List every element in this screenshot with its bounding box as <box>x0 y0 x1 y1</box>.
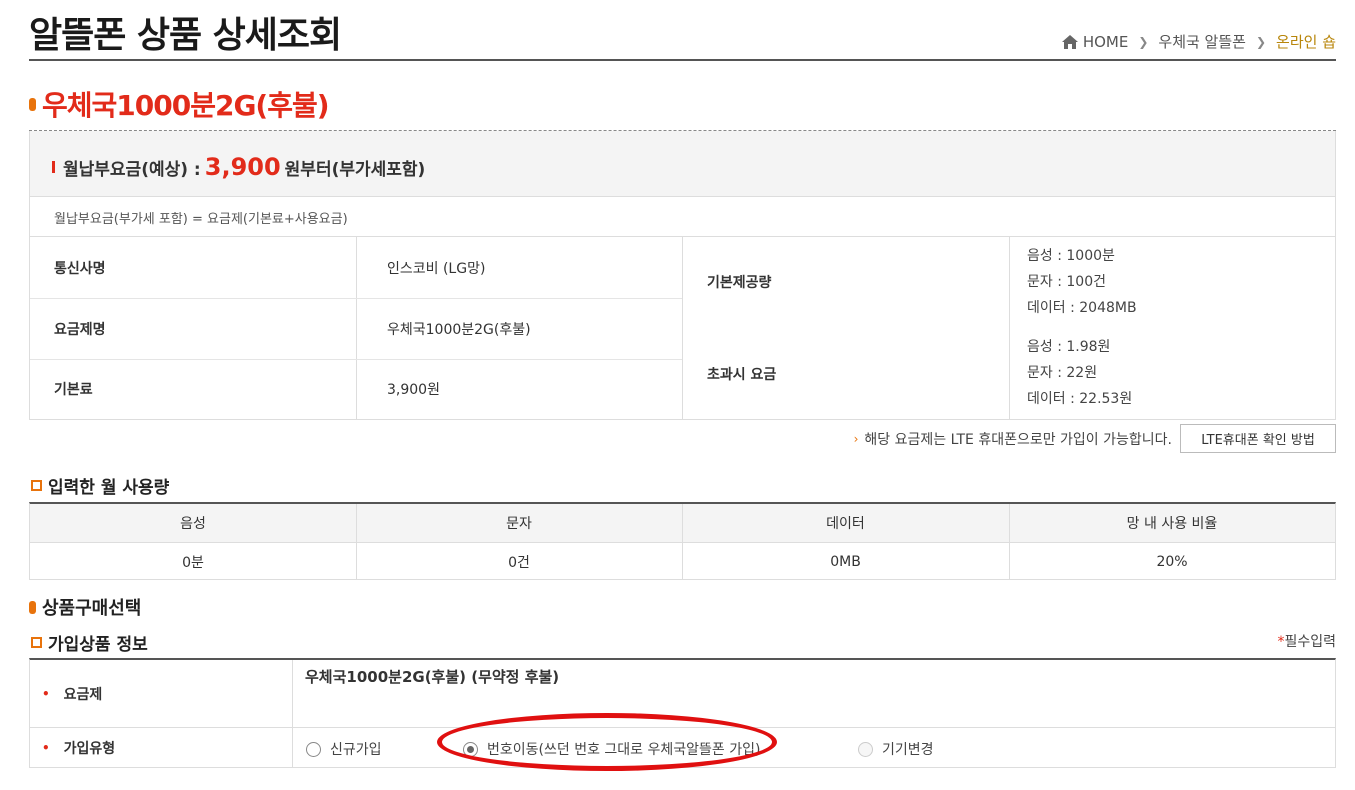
bullet-icon <box>29 97 36 111</box>
page-title: 알뜰폰 상품 상세조회 <box>29 15 342 56</box>
required-note: *필수입력 <box>1277 631 1336 651</box>
carrier-value: 인스코비 (LG망) <box>387 260 486 277</box>
divider <box>682 237 683 419</box>
arrow-right-icon: › <box>853 431 859 446</box>
asterisk-icon: • <box>42 687 50 701</box>
square-bullet-icon <box>31 480 42 491</box>
usage-heading-text: 입력한 월 사용량 <box>48 478 170 498</box>
monthly-fee-box: 월납부요금(예상) : 3,900 원부터(부가세포함) <box>29 131 1336 197</box>
monthly-fee-line: 월납부요금(예상) : 3,900 원부터(부가세포함) <box>52 153 425 181</box>
radio-number-porting[interactable]: 번호이동(쓰던 번호 그대로 우체국알뜰폰 가입) <box>463 739 760 759</box>
plan-value: 우체국1000분2G(후불) <box>387 321 531 338</box>
overage-voice: 음성 : 1.98원 <box>1027 339 1111 355</box>
fee-suffix: 원부터(부가세포함) <box>284 160 426 180</box>
page-header: 알뜰폰 상품 상세조회 HOME ❯ 우체국 알뜰폰 ❯ 온라인 숍 <box>29 0 1336 61</box>
divider <box>1009 237 1010 419</box>
fee-price: 3,900 <box>204 153 281 181</box>
square-bullet-icon <box>31 637 42 648</box>
radio-device-change-label[interactable]: 기기변경 <box>882 739 934 759</box>
usage-value-sms: 0건 <box>508 555 530 571</box>
radio-button[interactable] <box>858 741 873 757</box>
product-title: 우체국1000분2G(후불) <box>29 84 330 124</box>
subscription-info-heading: 가입상품 정보 <box>31 630 148 655</box>
carrier-label: 통신사명 <box>54 260 106 277</box>
plan-row-label-text: 요금제 <box>63 687 103 703</box>
radio-button-checked[interactable] <box>463 741 478 757</box>
plan-label: 요금제명 <box>54 321 106 338</box>
usage-heading: 입력한 월 사용량 <box>31 473 169 498</box>
provided-data: 데이터 : 2048MB <box>1027 300 1137 316</box>
provided-voice: 음성 : 1000분 <box>1027 248 1115 264</box>
base-fee-label: 기본료 <box>54 382 93 398</box>
breadcrumb-post-mvno[interactable]: 우체국 알뜰폰 <box>1158 31 1246 52</box>
bullet-icon <box>52 161 55 173</box>
usage-value-voice: 0분 <box>182 555 204 571</box>
base-fee-value: 3,900원 <box>387 382 440 398</box>
fee-label: 월납부요금(예상) : <box>63 160 201 180</box>
lte-notice-text: 해당 요금제는 LTE 휴대폰으로만 가입이 가능합니다. <box>864 431 1172 448</box>
radio-number-porting-label[interactable]: 번호이동(쓰던 번호 그대로 우체국알뜰폰 가입) <box>487 739 760 759</box>
usage-value-ratio: 20% <box>1156 554 1188 570</box>
usage-header-ratio: 망 내 사용 비율 <box>1009 504 1335 542</box>
plan-row-label: • 요금제 <box>42 684 102 704</box>
purchase-heading: 상품구매선택 <box>29 594 141 620</box>
join-type-label: • 가입유형 <box>42 738 115 758</box>
bullet-icon <box>29 600 36 614</box>
usage-table: 음성 문자 데이터 망 내 사용 비율 0분 0건 0MB 20% <box>29 502 1336 580</box>
home-icon[interactable] <box>1061 34 1079 50</box>
usage-header-voice: 음성 <box>30 504 356 542</box>
subscription-table: • 요금제 우체국1000분2G(후불) (무약정 후불) • 가입유형 신규가… <box>29 658 1336 768</box>
asterisk-icon: • <box>42 741 50 755</box>
provided-sms: 문자 : 100건 <box>1027 274 1106 290</box>
radio-new-subscription-label[interactable]: 신규가입 <box>330 739 382 759</box>
product-name: 우체국1000분2G(후불) <box>42 89 330 122</box>
radio-new-subscription[interactable]: 신규가입 <box>306 739 382 759</box>
plan-info-table: 통신사명 인스코비 (LG망) 요금제명 우체국1000분2G(후불) 기본료 … <box>29 236 1336 420</box>
radio-device-change[interactable]: 기기변경 <box>858 739 934 759</box>
required-note-text: 필수입력 <box>1284 634 1336 650</box>
overage-sms: 문자 : 22원 <box>1027 365 1098 381</box>
fee-formula: 월납부요금(부가세 포함) = 요금제(기본료+사용요금) <box>29 197 1336 237</box>
selected-plan: 우체국1000분2G(후불) (무약정 후불) <box>305 668 560 686</box>
overage-label: 초과시 요금 <box>707 367 777 383</box>
lte-notice: › 해당 요금제는 LTE 휴대폰으로만 가입이 가능합니다. LTE휴대폰 확… <box>854 424 1336 453</box>
divider <box>292 660 293 768</box>
provided-label: 기본제공량 <box>707 275 772 291</box>
breadcrumb-home[interactable]: HOME <box>1083 33 1129 51</box>
purchase-heading-text: 상품구매선택 <box>42 598 142 619</box>
divider <box>30 727 1335 728</box>
subscription-info-heading-text: 가입상품 정보 <box>48 635 148 655</box>
provided-amounts: 음성 : 1000분 문자 : 100건 데이터 : 2048MB <box>1027 243 1137 321</box>
join-type-label-text: 가입유형 <box>63 741 116 757</box>
usage-header-data: 데이터 <box>682 504 1009 542</box>
breadcrumb: HOME ❯ 우체국 알뜰폰 ❯ 온라인 숍 <box>1061 31 1336 52</box>
overage-data: 데이터 : 22.53원 <box>1027 391 1133 407</box>
radio-button[interactable] <box>306 741 321 757</box>
breadcrumb-online-shop[interactable]: 온라인 숍 <box>1276 31 1336 52</box>
overage-rates: 음성 : 1.98원 문자 : 22원 데이터 : 22.53원 <box>1027 334 1132 412</box>
usage-header-sms: 문자 <box>356 504 682 542</box>
usage-value-data: 0MB <box>830 554 861 570</box>
lte-check-button[interactable]: LTE휴대폰 확인 방법 <box>1180 424 1336 453</box>
chevron-right-icon: ❯ <box>1138 34 1149 49</box>
chevron-right-icon: ❯ <box>1255 34 1267 49</box>
